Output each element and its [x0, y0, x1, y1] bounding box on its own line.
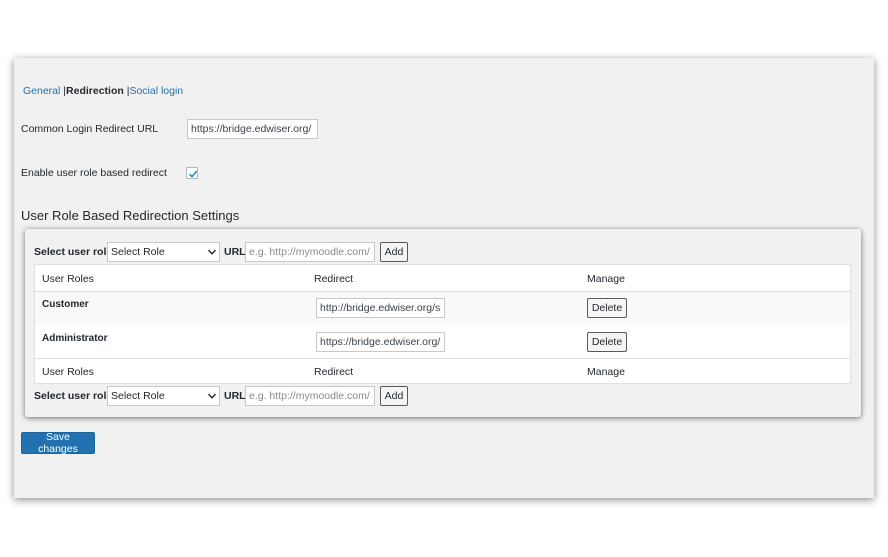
header-user-roles: User Roles	[42, 273, 94, 285]
role-name: Customer	[42, 299, 89, 310]
role-redirect-label: Enable user role based redirect	[21, 167, 167, 179]
tab-general[interactable]: General	[23, 85, 60, 97]
save-changes-button[interactable]: Save changes	[21, 431, 95, 455]
delete-button[interactable]: Delete	[587, 332, 627, 352]
common-redirect-label: Common Login Redirect URL	[21, 123, 159, 135]
redirect-url-input[interactable]	[316, 298, 445, 318]
check-icon	[188, 170, 198, 178]
url-input[interactable]	[245, 386, 375, 406]
tab-social-login[interactable]: Social login	[129, 85, 183, 97]
redirect-url-input[interactable]	[316, 332, 445, 352]
chevron-down-icon	[208, 249, 216, 255]
role-redirect-table: User Roles Redirect Manage Customer Dele…	[34, 264, 851, 384]
url-label: URL	[224, 246, 246, 258]
role-select[interactable]: Select Role	[107, 386, 220, 406]
role-select-value: Select Role	[111, 390, 165, 402]
role-select-value: Select Role	[111, 246, 165, 258]
footer-user-roles: User Roles	[42, 366, 94, 378]
role-redirect-checkbox[interactable]	[186, 167, 198, 179]
settings-tabs: General |Redirection |Social login	[23, 85, 183, 97]
delete-button[interactable]: Delete	[587, 298, 627, 318]
role-select[interactable]: Select Role	[107, 242, 220, 262]
common-redirect-input[interactable]	[187, 119, 318, 139]
header-redirect: Redirect	[314, 273, 354, 285]
header-manage: Manage	[587, 273, 625, 285]
section-title: User Role Based Redirection Settings	[21, 208, 240, 223]
select-role-label: Select user role	[34, 390, 113, 402]
table-header-row: User Roles Redirect Manage	[35, 265, 850, 291]
tab-redirection[interactable]: Redirection	[66, 85, 124, 97]
footer-manage: Manage	[587, 366, 625, 378]
url-input[interactable]	[245, 242, 375, 262]
table-row: Administrator Delete	[35, 325, 850, 358]
select-role-label: Select user role	[34, 246, 113, 258]
table-row: Customer Delete	[35, 292, 850, 325]
footer-redirect: Redirect	[314, 366, 354, 378]
role-name: Administrator	[42, 333, 108, 344]
chevron-down-icon	[208, 393, 216, 399]
settings-panel: General |Redirection |Social login Commo…	[14, 58, 874, 498]
add-button[interactable]: Add	[380, 386, 408, 406]
table-footer-row: User Roles Redirect Manage	[35, 359, 850, 383]
url-label: URL	[224, 390, 246, 402]
add-button[interactable]: Add	[380, 242, 408, 262]
role-redirect-settings: Select user role Select Role URL Add Use…	[25, 229, 861, 417]
